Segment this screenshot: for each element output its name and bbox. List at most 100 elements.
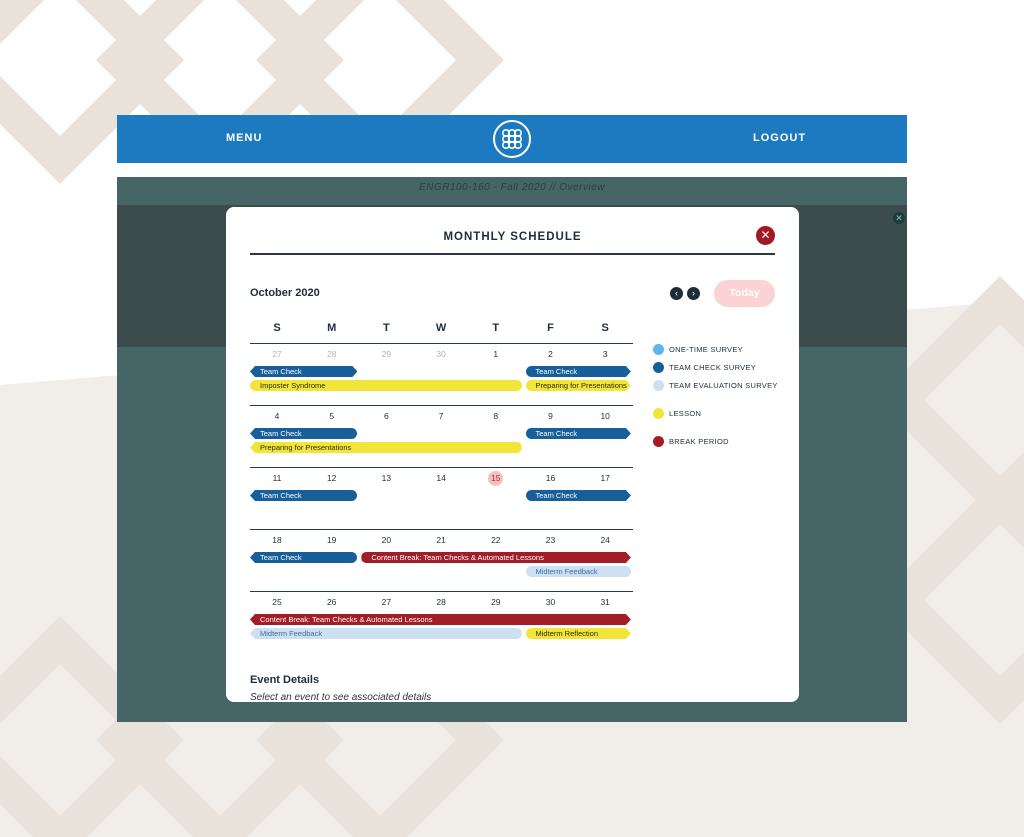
day-cell[interactable]: 19 <box>305 535 359 545</box>
day-number: 22 <box>491 535 501 545</box>
day-cell[interactable]: 10 <box>578 411 632 421</box>
day-cell[interactable]: 8 <box>469 411 523 421</box>
event-bar-break[interactable]: Content Break: Team Checks & Automated L… <box>250 614 631 625</box>
day-cell[interactable]: 6 <box>359 411 413 421</box>
weekday-header: S <box>273 322 281 334</box>
menu-button[interactable]: MENU <box>226 132 262 144</box>
day-cell[interactable]: 28 <box>414 597 468 607</box>
day-number: 28 <box>436 597 446 607</box>
day-number: 2 <box>548 349 553 359</box>
day-cell[interactable]: 5 <box>305 411 359 421</box>
course-breadcrumb-bar: ENGR100-160 - Fall 2020 // Overview <box>117 177 907 205</box>
event-bar-team-eval[interactable]: Midterm Feedback <box>525 566 631 577</box>
event-bar-team-check[interactable]: Team Check <box>250 552 358 563</box>
event-bar-team-check[interactable]: Team Check <box>526 366 631 377</box>
day-cell[interactable]: 28 <box>305 349 359 359</box>
day-number: 5 <box>329 411 335 421</box>
day-cell[interactable]: 16 <box>524 473 578 483</box>
day-cell[interactable]: 14 <box>414 473 468 483</box>
day-number: 12 <box>326 473 337 483</box>
day-number: 13 <box>381 473 392 483</box>
legend-label: BREAK PERIOD <box>669 437 729 446</box>
event-details-heading: Event Details <box>250 674 320 686</box>
month-label: October 2020 <box>250 287 320 299</box>
event-bar-team-eval[interactable]: Midterm Feedback <box>250 628 522 639</box>
day-cell[interactable]: 21 <box>414 535 468 545</box>
day-cell[interactable]: 7 <box>414 411 468 421</box>
course-title: ENGR100-160 - Fall 2020 // Overview <box>419 182 605 193</box>
event-bar-team-check[interactable]: Team Check <box>250 366 357 377</box>
day-cell[interactable]: 25 <box>250 597 304 607</box>
header-spacer <box>117 163 907 177</box>
event-bar-lesson[interactable]: Preparing for Presentations <box>250 442 522 453</box>
day-number: 26 <box>326 597 337 607</box>
weekday-header: T <box>383 322 390 334</box>
chevron-left-icon[interactable]: ‹ <box>670 287 683 300</box>
legend-color-dot <box>653 408 664 419</box>
day-cell[interactable]: 29 <box>469 597 523 607</box>
day-number: 30 <box>545 597 556 607</box>
day-cell[interactable]: 27 <box>250 349 304 359</box>
close-icon[interactable]: ✕ <box>893 212 905 224</box>
day-cell[interactable]: 18 <box>250 535 304 545</box>
legend-label: TEAM CHECK SURVEY <box>669 363 757 372</box>
day-cell[interactable]: 20 <box>359 535 413 545</box>
linked-rings-logo-icon[interactable] <box>493 120 531 158</box>
today-button[interactable]: Today <box>714 280 775 307</box>
legend-color-dot <box>653 344 664 355</box>
day-cell[interactable]: 2 <box>524 349 578 359</box>
day-number: 28 <box>326 349 337 359</box>
day-cell[interactable]: 1 <box>469 349 523 359</box>
event-bar-team-check[interactable]: Team Check <box>250 490 358 501</box>
event-bar-team-check[interactable]: Team Check <box>526 428 631 439</box>
day-cell[interactable]: 3 <box>578 349 632 359</box>
monthly-schedule-modal: MONTHLY SCHEDULE ✕ October 2020 ‹ › Toda… <box>226 207 799 702</box>
chevron-right-icon[interactable]: › <box>687 287 700 300</box>
event-bar-lesson[interactable]: Imposter Syndrome <box>250 380 522 391</box>
day-number: 14 <box>436 473 446 483</box>
day-number: 15 <box>488 471 504 486</box>
day-cell[interactable]: 23 <box>524 535 578 545</box>
day-cell[interactable]: 31 <box>578 597 632 607</box>
day-cell[interactable]: 30 <box>414 349 468 359</box>
day-number: 10 <box>600 411 610 421</box>
day-number: 11 <box>272 473 282 483</box>
day-number: 17 <box>600 473 610 483</box>
day-cell[interactable]: 17 <box>578 473 632 483</box>
day-number: 25 <box>272 597 282 607</box>
day-number: 30 <box>436 349 446 359</box>
day-number: 8 <box>493 411 499 421</box>
day-cell[interactable]: 22 <box>469 535 523 545</box>
event-details-placeholder: Select an event to see associated detail… <box>250 692 432 702</box>
day-number: 7 <box>438 411 444 421</box>
legend-label: TEAM EVALUATION SURVEY <box>669 381 778 390</box>
day-cell[interactable]: 30 <box>524 597 578 607</box>
title-divider <box>250 253 775 255</box>
event-bar-team-check[interactable]: Team Check <box>526 490 631 501</box>
event-bar-team-check[interactable]: Team Check <box>250 428 358 439</box>
day-number: 16 <box>545 473 556 483</box>
day-cell-today[interactable]: 15 <box>469 471 523 486</box>
day-cell[interactable]: 27 <box>359 597 413 607</box>
legend-color-dot <box>653 362 664 373</box>
event-bar-break[interactable]: Content Break: Team Checks & Automated L… <box>361 552 631 563</box>
day-cell[interactable]: 12 <box>305 473 359 483</box>
day-cell[interactable]: 26 <box>305 597 359 607</box>
logout-button[interactable]: LOGOUT <box>753 132 806 144</box>
legend-label: ONE-TIME SURVEY <box>669 345 743 354</box>
legend-color-dot <box>653 436 664 447</box>
day-cell[interactable]: 29 <box>359 349 413 359</box>
day-cell[interactable]: 11 <box>250 473 304 483</box>
day-cell[interactable]: 4 <box>250 411 304 421</box>
close-icon[interactable]: ✕ <box>756 226 775 245</box>
legend-color-dot <box>653 380 664 391</box>
day-cell[interactable]: 13 <box>359 473 413 483</box>
day-cell[interactable]: 24 <box>578 535 632 545</box>
day-cell[interactable]: 9 <box>524 411 578 421</box>
day-number: 3 <box>602 349 608 359</box>
weekday-header: F <box>547 322 554 334</box>
event-bar-lesson[interactable]: Midterm Reflection <box>526 628 631 639</box>
week-divider <box>250 467 633 468</box>
weekday-header: T <box>492 322 500 334</box>
event-bar-lesson[interactable]: Preparing for Presentations <box>526 380 631 391</box>
